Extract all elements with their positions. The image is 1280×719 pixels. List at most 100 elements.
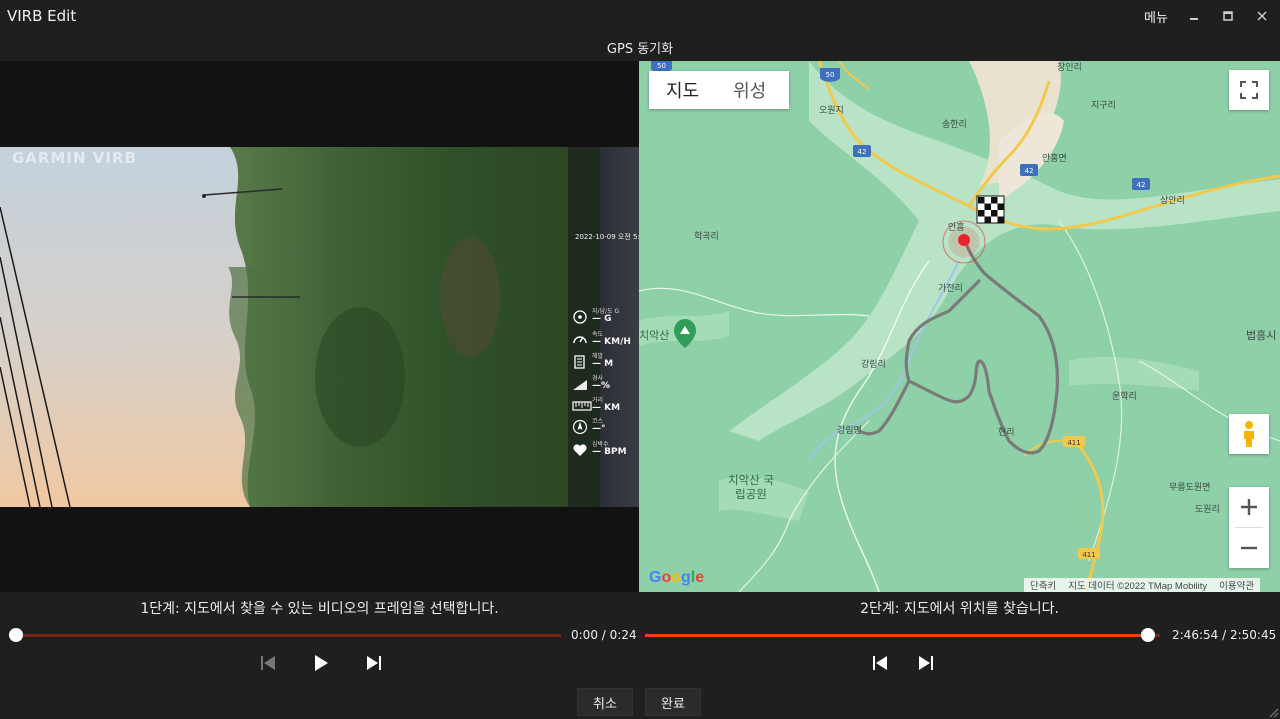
video-next-button[interactable] bbox=[362, 652, 386, 674]
skip-previous-icon bbox=[261, 656, 275, 670]
place-label: 안흥면 bbox=[1042, 154, 1067, 164]
road-badge: 42 bbox=[1020, 164, 1038, 176]
gauge-elevation: 해발 — M bbox=[572, 351, 638, 373]
speedometer-icon bbox=[573, 336, 587, 344]
place-label: 가전리 bbox=[938, 284, 963, 294]
place-label: 상안리 bbox=[1160, 196, 1185, 206]
play-icon bbox=[315, 655, 328, 671]
gauge-value: — KM bbox=[592, 403, 621, 413]
video-time-current: 0:00 bbox=[571, 628, 598, 642]
road-badge: 411 bbox=[1078, 548, 1100, 559]
street-view-button[interactable] bbox=[1229, 414, 1269, 454]
zoom-in-button[interactable] bbox=[1229, 487, 1269, 527]
google-logo-letter: g bbox=[681, 569, 691, 586]
minimize-button[interactable] bbox=[1183, 6, 1205, 26]
resize-grip-icon[interactable] bbox=[1267, 706, 1279, 718]
google-logo-letter: e bbox=[695, 569, 705, 586]
g-force-icon bbox=[573, 310, 587, 324]
place-label: 무릉도원면 bbox=[1169, 483, 1211, 493]
gauge-grade: 경사 —% bbox=[572, 373, 638, 395]
maximize-icon bbox=[1223, 11, 1233, 21]
road-badge-label: 50 bbox=[826, 71, 835, 79]
place-label: 치악산 bbox=[639, 329, 670, 342]
gauge-heart-rate: 심박수 — BPM bbox=[572, 439, 638, 461]
video-timeline-thumb[interactable] bbox=[9, 628, 23, 642]
map-type-map-button[interactable]: 지도 bbox=[649, 77, 716, 103]
video-pane: GARMIN VIRB 2022-10-09 오전 5:49 지/남/도 G —… bbox=[0, 61, 649, 592]
video-timeline-track[interactable] bbox=[16, 634, 561, 637]
google-logo: Google bbox=[649, 569, 704, 587]
distance-icon bbox=[572, 401, 592, 411]
fullscreen-icon bbox=[1240, 81, 1258, 99]
place-label: 강림리 bbox=[861, 360, 886, 370]
map-canvas[interactable]: 50 50 42 42 42 411 411 bbox=[639, 61, 1280, 592]
road-badge: 42 bbox=[1132, 178, 1150, 190]
google-logo-letter: G bbox=[649, 569, 662, 586]
finish-flag-icon bbox=[976, 195, 1005, 224]
map-type-satellite-button[interactable]: 위성 bbox=[716, 77, 783, 103]
camera-watermark: GARMIN VIRB bbox=[12, 149, 137, 167]
gauge-value: — G bbox=[592, 314, 612, 324]
road-badge: 50 bbox=[820, 68, 840, 82]
app-title: VIRB Edit bbox=[7, 7, 77, 25]
road-badge: 42 bbox=[853, 145, 871, 157]
gps-time-readout: 2:46:54 / 2:50:45 bbox=[1172, 628, 1276, 642]
video-time-total: 0:24 bbox=[609, 628, 637, 642]
gauge-speed: 속도 — KM/H bbox=[572, 329, 638, 351]
gauge-value: —° bbox=[592, 424, 606, 434]
road-badge: 411 bbox=[1063, 436, 1085, 447]
minus-icon bbox=[1241, 546, 1257, 550]
road-badge-label: 42 bbox=[1025, 167, 1034, 175]
pegman-icon bbox=[1244, 421, 1254, 447]
compass-icon bbox=[572, 419, 588, 435]
elevation-icon bbox=[574, 355, 585, 369]
gps-timeline-fill bbox=[645, 634, 1149, 637]
time-separator: / bbox=[1222, 628, 1227, 642]
terms-link[interactable]: 이용약관 bbox=[1213, 578, 1260, 592]
skip-next-icon bbox=[919, 656, 933, 670]
gps-timeline-thumb[interactable] bbox=[1141, 628, 1156, 642]
video-previous-button[interactable] bbox=[256, 652, 280, 674]
time-separator: / bbox=[601, 628, 606, 642]
road-badge-label: 411 bbox=[1082, 551, 1095, 559]
map-pane[interactable]: 50 50 42 42 42 411 411 송한리 지구리 안흥면 상안리 학… bbox=[639, 61, 1280, 592]
step-2-instruction: 2단계: 지도에서 위치를 찾습니다. bbox=[860, 601, 1059, 617]
gauge-heading: 코스 —° bbox=[572, 416, 638, 438]
current-position-marker[interactable] bbox=[958, 234, 970, 246]
gauge-value: — BPM bbox=[592, 447, 627, 457]
gauge-value: — M bbox=[592, 359, 614, 369]
video-frame[interactable] bbox=[0, 147, 639, 507]
menu-button[interactable]: 메뉴 bbox=[1144, 7, 1168, 26]
place-label: 학곡리 bbox=[694, 232, 719, 242]
gps-previous-button[interactable] bbox=[868, 652, 892, 674]
place-label: 송한리 bbox=[942, 120, 967, 130]
title-bar bbox=[0, 0, 1280, 33]
heart-icon bbox=[573, 444, 587, 456]
place-label: 안흥 bbox=[948, 223, 965, 233]
plus-icon bbox=[1241, 499, 1257, 515]
zoom-out-button[interactable] bbox=[1229, 528, 1269, 568]
maximize-button[interactable] bbox=[1217, 6, 1239, 26]
dialog-title: GPS 동기화 bbox=[606, 42, 674, 57]
road-badge-label: 42 bbox=[858, 148, 867, 156]
place-label: 강림면 bbox=[837, 426, 862, 436]
place-label: 장인리 bbox=[1057, 63, 1082, 73]
place-label: 치악산 국립공원 bbox=[728, 473, 774, 502]
google-logo-letter: o bbox=[671, 569, 682, 586]
road-badge-label: 50 bbox=[657, 62, 666, 70]
place-label: 오원지 bbox=[819, 106, 844, 116]
grade-icon bbox=[573, 380, 587, 390]
close-button[interactable] bbox=[1251, 6, 1273, 26]
cancel-button[interactable]: 취소 bbox=[577, 688, 633, 716]
skip-previous-icon bbox=[873, 656, 887, 670]
video-scene bbox=[0, 147, 639, 507]
done-button[interactable]: 완료 bbox=[645, 688, 701, 716]
keyboard-shortcuts-link[interactable]: 단축키 bbox=[1024, 578, 1062, 592]
place-label: 운학리 bbox=[1112, 392, 1137, 402]
video-play-button[interactable] bbox=[309, 652, 333, 674]
fullscreen-button[interactable] bbox=[1229, 70, 1269, 110]
gauge-distance: 거리 — KM bbox=[572, 395, 638, 417]
gps-next-button[interactable] bbox=[914, 652, 938, 674]
gps-time-current: 2:46:54 bbox=[1172, 628, 1219, 642]
gauge-value: — KM/H bbox=[592, 337, 631, 347]
